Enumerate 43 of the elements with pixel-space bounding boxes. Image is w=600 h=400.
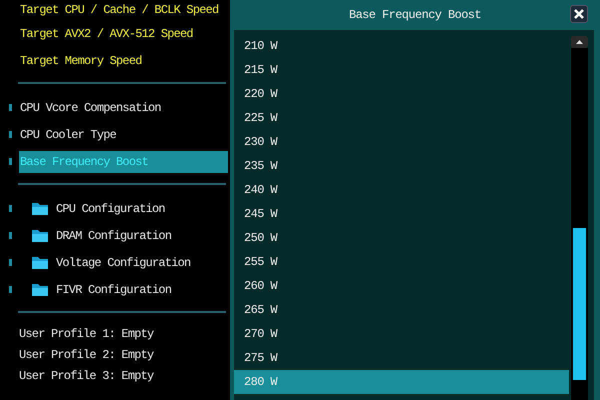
- option-item[interactable]: 245 W: [234, 202, 571, 226]
- indicator-icon: [9, 158, 12, 165]
- option-item[interactable]: 260 W: [234, 274, 571, 298]
- option-item[interactable]: 255 W: [234, 250, 571, 274]
- up-arrow-icon: [576, 40, 583, 44]
- folder-icon: [32, 283, 48, 296]
- folder-item[interactable]: FIVR Configuration: [55, 278, 230, 300]
- option-item[interactable]: 265 W: [234, 298, 571, 322]
- scroll-up-button[interactable]: [571, 36, 588, 48]
- indicator-icon: [9, 259, 12, 266]
- folder-item[interactable]: Voltage Configuration: [55, 252, 230, 274]
- menu-item[interactable]: Target AVX2 / AVX-512 Speed: [0, 20, 230, 47]
- profile-item[interactable]: User Profile 3: Empty: [0, 365, 230, 386]
- folder-item[interactable]: CPU Configuration: [55, 198, 230, 220]
- folder-icon: [32, 202, 48, 215]
- menu-item[interactable]: CPU Vcore Compensation: [19, 96, 230, 118]
- close-icon: [573, 8, 585, 20]
- option-item[interactable]: 275 W: [234, 346, 571, 370]
- folder-item[interactable]: DRAM Configuration: [55, 224, 230, 246]
- option-item[interactable]: 250 W: [234, 226, 571, 250]
- indicator-icon: [9, 205, 12, 212]
- scroll-thumb[interactable]: [573, 228, 586, 380]
- option-item[interactable]: 235 W: [234, 154, 571, 178]
- indicator-icon: [9, 131, 12, 138]
- close-button[interactable]: [570, 5, 588, 23]
- option-item[interactable]: 240 W: [234, 178, 571, 202]
- menu-item[interactable]: Target Memory Speed: [0, 47, 230, 74]
- menu-item[interactable]: Target CPU / Cache / BCLK Speed: [0, 0, 230, 20]
- option-item[interactable]: 225 W: [234, 106, 571, 130]
- profile-item[interactable]: User Profile 2: Empty: [0, 344, 230, 365]
- option-item[interactable]: 270 W: [234, 322, 571, 346]
- indicator-icon: [9, 104, 12, 111]
- indicator-icon: [9, 232, 12, 239]
- option-item[interactable]: 210 W: [234, 34, 571, 58]
- option-item[interactable]: 230 W: [234, 130, 571, 154]
- dialog-title: Base Frequency Boost: [348, 8, 482, 22]
- folder-icon: [32, 256, 48, 269]
- indicator-icon: [9, 286, 12, 293]
- option-item[interactable]: 215 W: [234, 58, 571, 82]
- menu-item[interactable]: CPU Cooler Type: [19, 124, 230, 146]
- option-item[interactable]: 220 W: [234, 82, 571, 106]
- folder-icon: [32, 229, 48, 242]
- profile-item[interactable]: User Profile 1: Empty: [0, 323, 230, 344]
